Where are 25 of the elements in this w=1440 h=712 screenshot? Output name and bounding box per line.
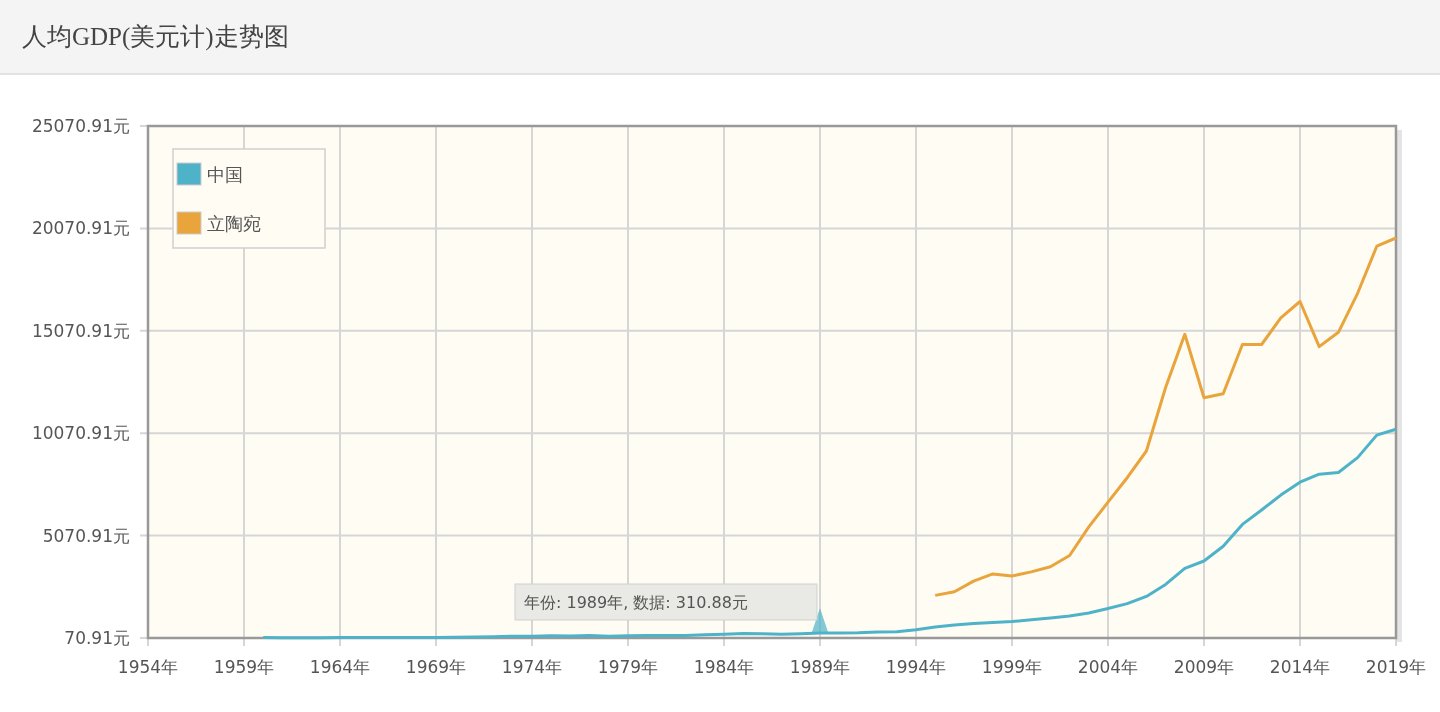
legend-label: 立陶宛	[207, 213, 261, 234]
y-axis-label: 70.91元	[64, 628, 130, 648]
legend-label: 中国	[207, 164, 243, 185]
x-axis-label: 1999年	[981, 657, 1043, 677]
y-axis-label: 20070.91元	[31, 218, 130, 239]
y-axis-label: 10070.91元	[31, 423, 130, 444]
x-axis-label: 1964年	[309, 657, 371, 677]
x-axis-label: 2009年	[1173, 657, 1235, 677]
hover-marker	[812, 608, 828, 632]
tooltip-text: 年份: 1989年, 数据: 310.88元	[524, 593, 748, 612]
x-axis-label: 2019年	[1365, 657, 1427, 677]
x-axis-label: 1979年	[597, 657, 659, 677]
y-axis-label: 15070.91元	[31, 320, 130, 341]
x-axis-label: 1969年	[405, 657, 467, 677]
x-axis-label: 1984年	[693, 657, 755, 677]
x-axis-label: 2004年	[1077, 657, 1139, 677]
x-axis-label: 1994年	[885, 657, 947, 677]
x-axis-label: 2014年	[1269, 657, 1331, 677]
x-axis-label: 1974年	[501, 657, 563, 677]
x-axis-label: 1989年	[789, 657, 851, 677]
chart-title: 人均GDP(美元计)走势图	[22, 22, 289, 53]
x-axis-label: 1959年	[213, 657, 275, 677]
y-axis-label: 5070.91元	[42, 525, 130, 546]
y-axis-label: 25070.91元	[31, 116, 130, 136]
x-axis-label: 1954年	[117, 657, 179, 677]
